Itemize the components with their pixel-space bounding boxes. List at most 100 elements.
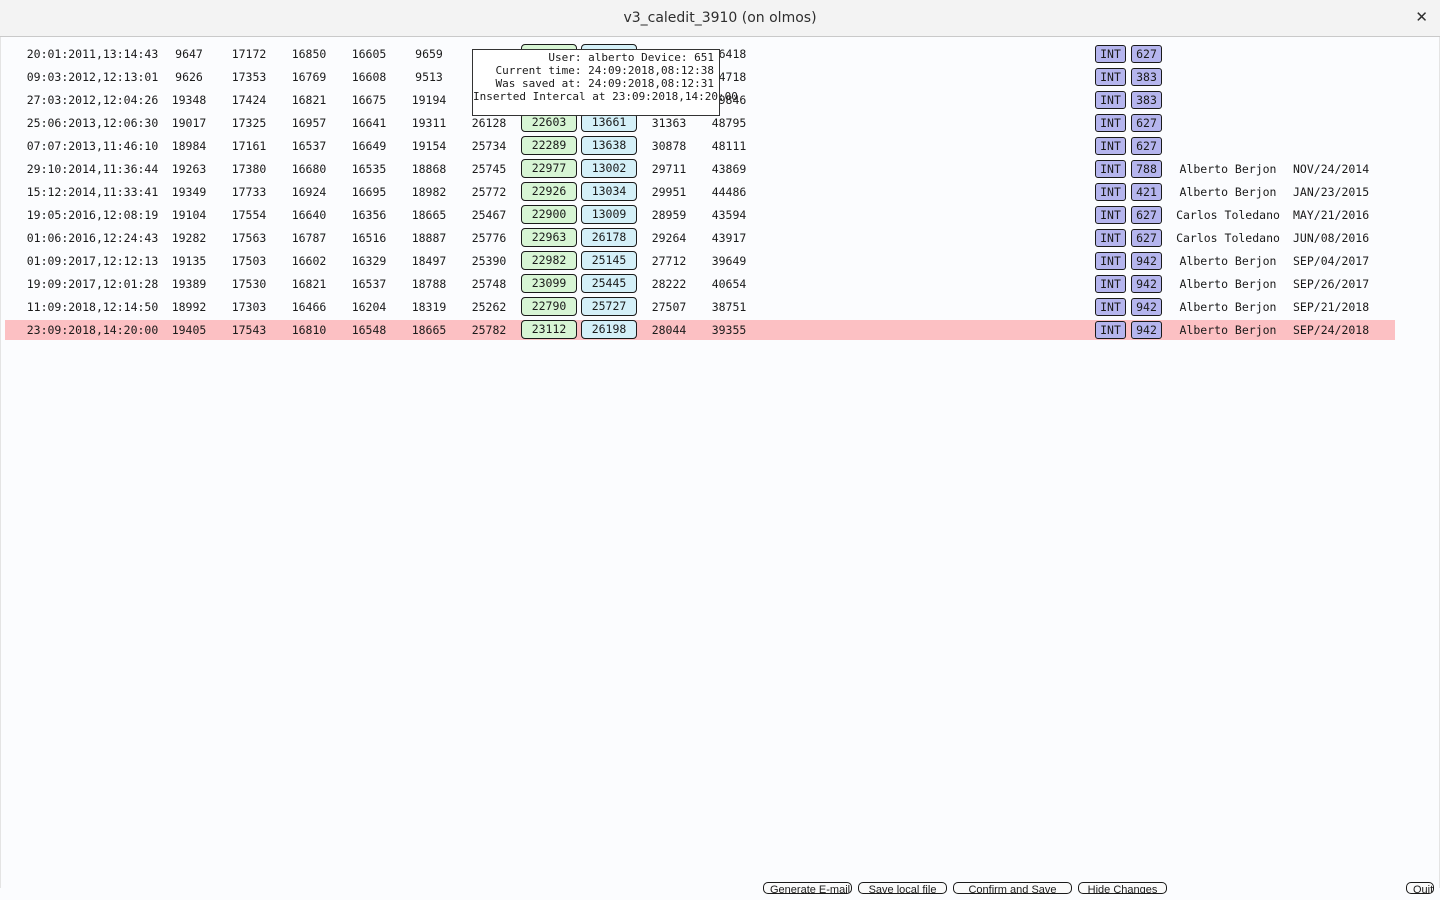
cell-value-3: 16680: [291, 162, 327, 176]
editable-value-cyan[interactable]: 26178: [581, 228, 637, 247]
editable-value-green[interactable]: 22963: [521, 228, 577, 247]
editable-value-green[interactable]: 22982: [521, 251, 577, 270]
type-tag-button[interactable]: INT: [1095, 275, 1126, 293]
cell-value-3: 16466: [291, 300, 327, 314]
type-tag-button[interactable]: INT: [1095, 206, 1126, 224]
cell-value-1: 19349: [171, 185, 207, 199]
confirm-and-save-button[interactable]: Confirm and Save: [953, 882, 1072, 894]
cell-value-3: 16602: [291, 254, 327, 268]
cell-user: Alberto Berjon: [1179, 185, 1277, 199]
table-row[interactable]: 01:06:2016,12:24:43 19282 17563 16787 16516 1…: [5, 228, 1395, 248]
code-tag-button[interactable]: 627: [1131, 137, 1162, 155]
cell-value-6: 25390: [471, 254, 507, 268]
type-tag-button[interactable]: INT: [1095, 137, 1126, 155]
type-tag-button[interactable]: INT: [1095, 321, 1126, 339]
type-tag-button[interactable]: INT: [1095, 45, 1126, 63]
save-local-file-button[interactable]: Save local file: [858, 882, 947, 894]
cell-value-1: 18992: [171, 300, 207, 314]
code-tag-button[interactable]: 627: [1131, 114, 1162, 132]
cell-value-5: 9659: [415, 47, 443, 61]
table-row[interactable]: 19:05:2016,12:08:19 19104 17554 16640 16356 1…: [5, 205, 1395, 225]
cell-date: 19:09:2017,12:01:28: [26, 277, 159, 291]
cell-value-1: 19348: [171, 93, 207, 107]
code-tag-button[interactable]: 942: [1131, 252, 1162, 270]
cell-user: Alberto Berjon: [1179, 323, 1277, 337]
close-icon[interactable]: ✕: [1415, 8, 1428, 26]
type-tag-button[interactable]: INT: [1095, 114, 1126, 132]
cell-value-8: 38751: [711, 300, 747, 314]
editable-value-green[interactable]: 22926: [521, 182, 577, 201]
cell-value-7: 30878: [651, 139, 687, 153]
cell-value-2: 17161: [231, 139, 267, 153]
table-row[interactable]: 15:12:2014,11:33:41 19349 17733 16924 16695 1…: [5, 182, 1395, 202]
cell-date: 11:09:2018,12:14:50: [26, 300, 159, 314]
tooltip-line-saved-at: Was saved at: 24:09:2018,08:12:31: [495, 77, 714, 90]
editable-value-cyan[interactable]: 13638: [581, 136, 637, 155]
cell-saved-date: SEP/26/2017: [1293, 277, 1370, 291]
cell-date: 09:03:2012,12:13:01: [26, 70, 159, 84]
type-tag-button[interactable]: INT: [1095, 183, 1126, 201]
type-tag-button[interactable]: INT: [1095, 229, 1126, 247]
table-row[interactable]: 23:09:2018,14:20:00 19405 17543 16810 16548 1…: [5, 320, 1395, 340]
cell-value-4: 16695: [351, 185, 387, 199]
editable-value-cyan[interactable]: 25727: [581, 297, 637, 316]
editable-value-green[interactable]: 23112: [521, 320, 577, 339]
editable-value-cyan[interactable]: 25145: [581, 251, 637, 270]
table-row[interactable]: 29:10:2014,11:36:44 19263 17380 16680 16535 1…: [5, 159, 1395, 179]
code-tag-button[interactable]: 627: [1131, 229, 1162, 247]
type-tag-button[interactable]: INT: [1095, 160, 1126, 178]
editable-value-green[interactable]: 22977: [521, 159, 577, 178]
cell-value-3: 16957: [291, 116, 327, 130]
cell-date: 25:06:2013,12:06:30: [26, 116, 159, 130]
generate-email-button[interactable]: Generate E-mail: [763, 882, 852, 894]
code-tag-button[interactable]: 421: [1131, 183, 1162, 201]
cell-value-2: 17530: [231, 277, 267, 291]
type-tag-button[interactable]: INT: [1095, 298, 1126, 316]
table-row[interactable]: 07:07:2013,11:46:10 18984 17161 16537 16649 1…: [5, 136, 1395, 156]
cell-value-4: 16356: [351, 208, 387, 222]
cell-value-1: 19405: [171, 323, 207, 337]
editable-value-cyan[interactable]: 13009: [581, 205, 637, 224]
code-tag-button[interactable]: 942: [1131, 321, 1162, 339]
cell-value-1: 9647: [175, 47, 203, 61]
code-tag-button[interactable]: 942: [1131, 275, 1162, 293]
table-row[interactable]: 11:09:2018,12:14:50 18992 17303 16466 16204 1…: [5, 297, 1395, 317]
code-tag-button[interactable]: 627: [1131, 206, 1162, 224]
editable-value-cyan[interactable]: 13034: [581, 182, 637, 201]
cell-value-4: 16675: [351, 93, 387, 107]
type-tag-button[interactable]: INT: [1095, 91, 1126, 109]
cell-value-5: 18982: [411, 185, 447, 199]
cell-value-4: 16204: [351, 300, 387, 314]
cell-value-5: 18665: [411, 208, 447, 222]
editable-value-cyan[interactable]: 26198: [581, 320, 637, 339]
cell-value-6: 25748: [471, 277, 507, 291]
editable-value-green[interactable]: 23099: [521, 274, 577, 293]
editable-value-cyan[interactable]: 25445: [581, 274, 637, 293]
cell-value-3: 16821: [291, 93, 327, 107]
cell-value-1: 19104: [171, 208, 207, 222]
cell-value-8: 43594: [711, 208, 747, 222]
cell-value-6: 25734: [471, 139, 507, 153]
editable-value-green[interactable]: 22790: [521, 297, 577, 316]
cell-value-6: 25772: [471, 185, 507, 199]
editable-value-green[interactable]: 22900: [521, 205, 577, 224]
quit-button[interactable]: Quit: [1406, 882, 1434, 894]
cell-saved-date: NOV/24/2014: [1293, 162, 1370, 176]
table-row[interactable]: 19:09:2017,12:01:28 19389 17530 16821 16537 1…: [5, 274, 1395, 294]
cell-value-2: 17353: [231, 70, 267, 84]
cell-value-5: 18887: [411, 231, 447, 245]
type-tag-button[interactable]: INT: [1095, 68, 1126, 86]
hide-changes-button[interactable]: Hide Changes: [1078, 882, 1167, 894]
cell-value-3: 16850: [291, 47, 327, 61]
code-tag-button[interactable]: 383: [1131, 68, 1162, 86]
cell-saved-date: SEP/21/2018: [1293, 300, 1370, 314]
editable-value-green[interactable]: 22289: [521, 136, 577, 155]
code-tag-button[interactable]: 627: [1131, 45, 1162, 63]
code-tag-button[interactable]: 383: [1131, 91, 1162, 109]
table-row[interactable]: 01:09:2017,12:12:13 19135 17503 16602 16329 1…: [5, 251, 1395, 271]
editable-value-cyan[interactable]: 13002: [581, 159, 637, 178]
type-tag-button[interactable]: INT: [1095, 252, 1126, 270]
code-tag-button[interactable]: 942: [1131, 298, 1162, 316]
code-tag-button[interactable]: 788: [1131, 160, 1162, 178]
table-row[interactable]: 25:06:2013,12:06:30 19017 17325 16957 16641 1…: [5, 113, 1395, 133]
